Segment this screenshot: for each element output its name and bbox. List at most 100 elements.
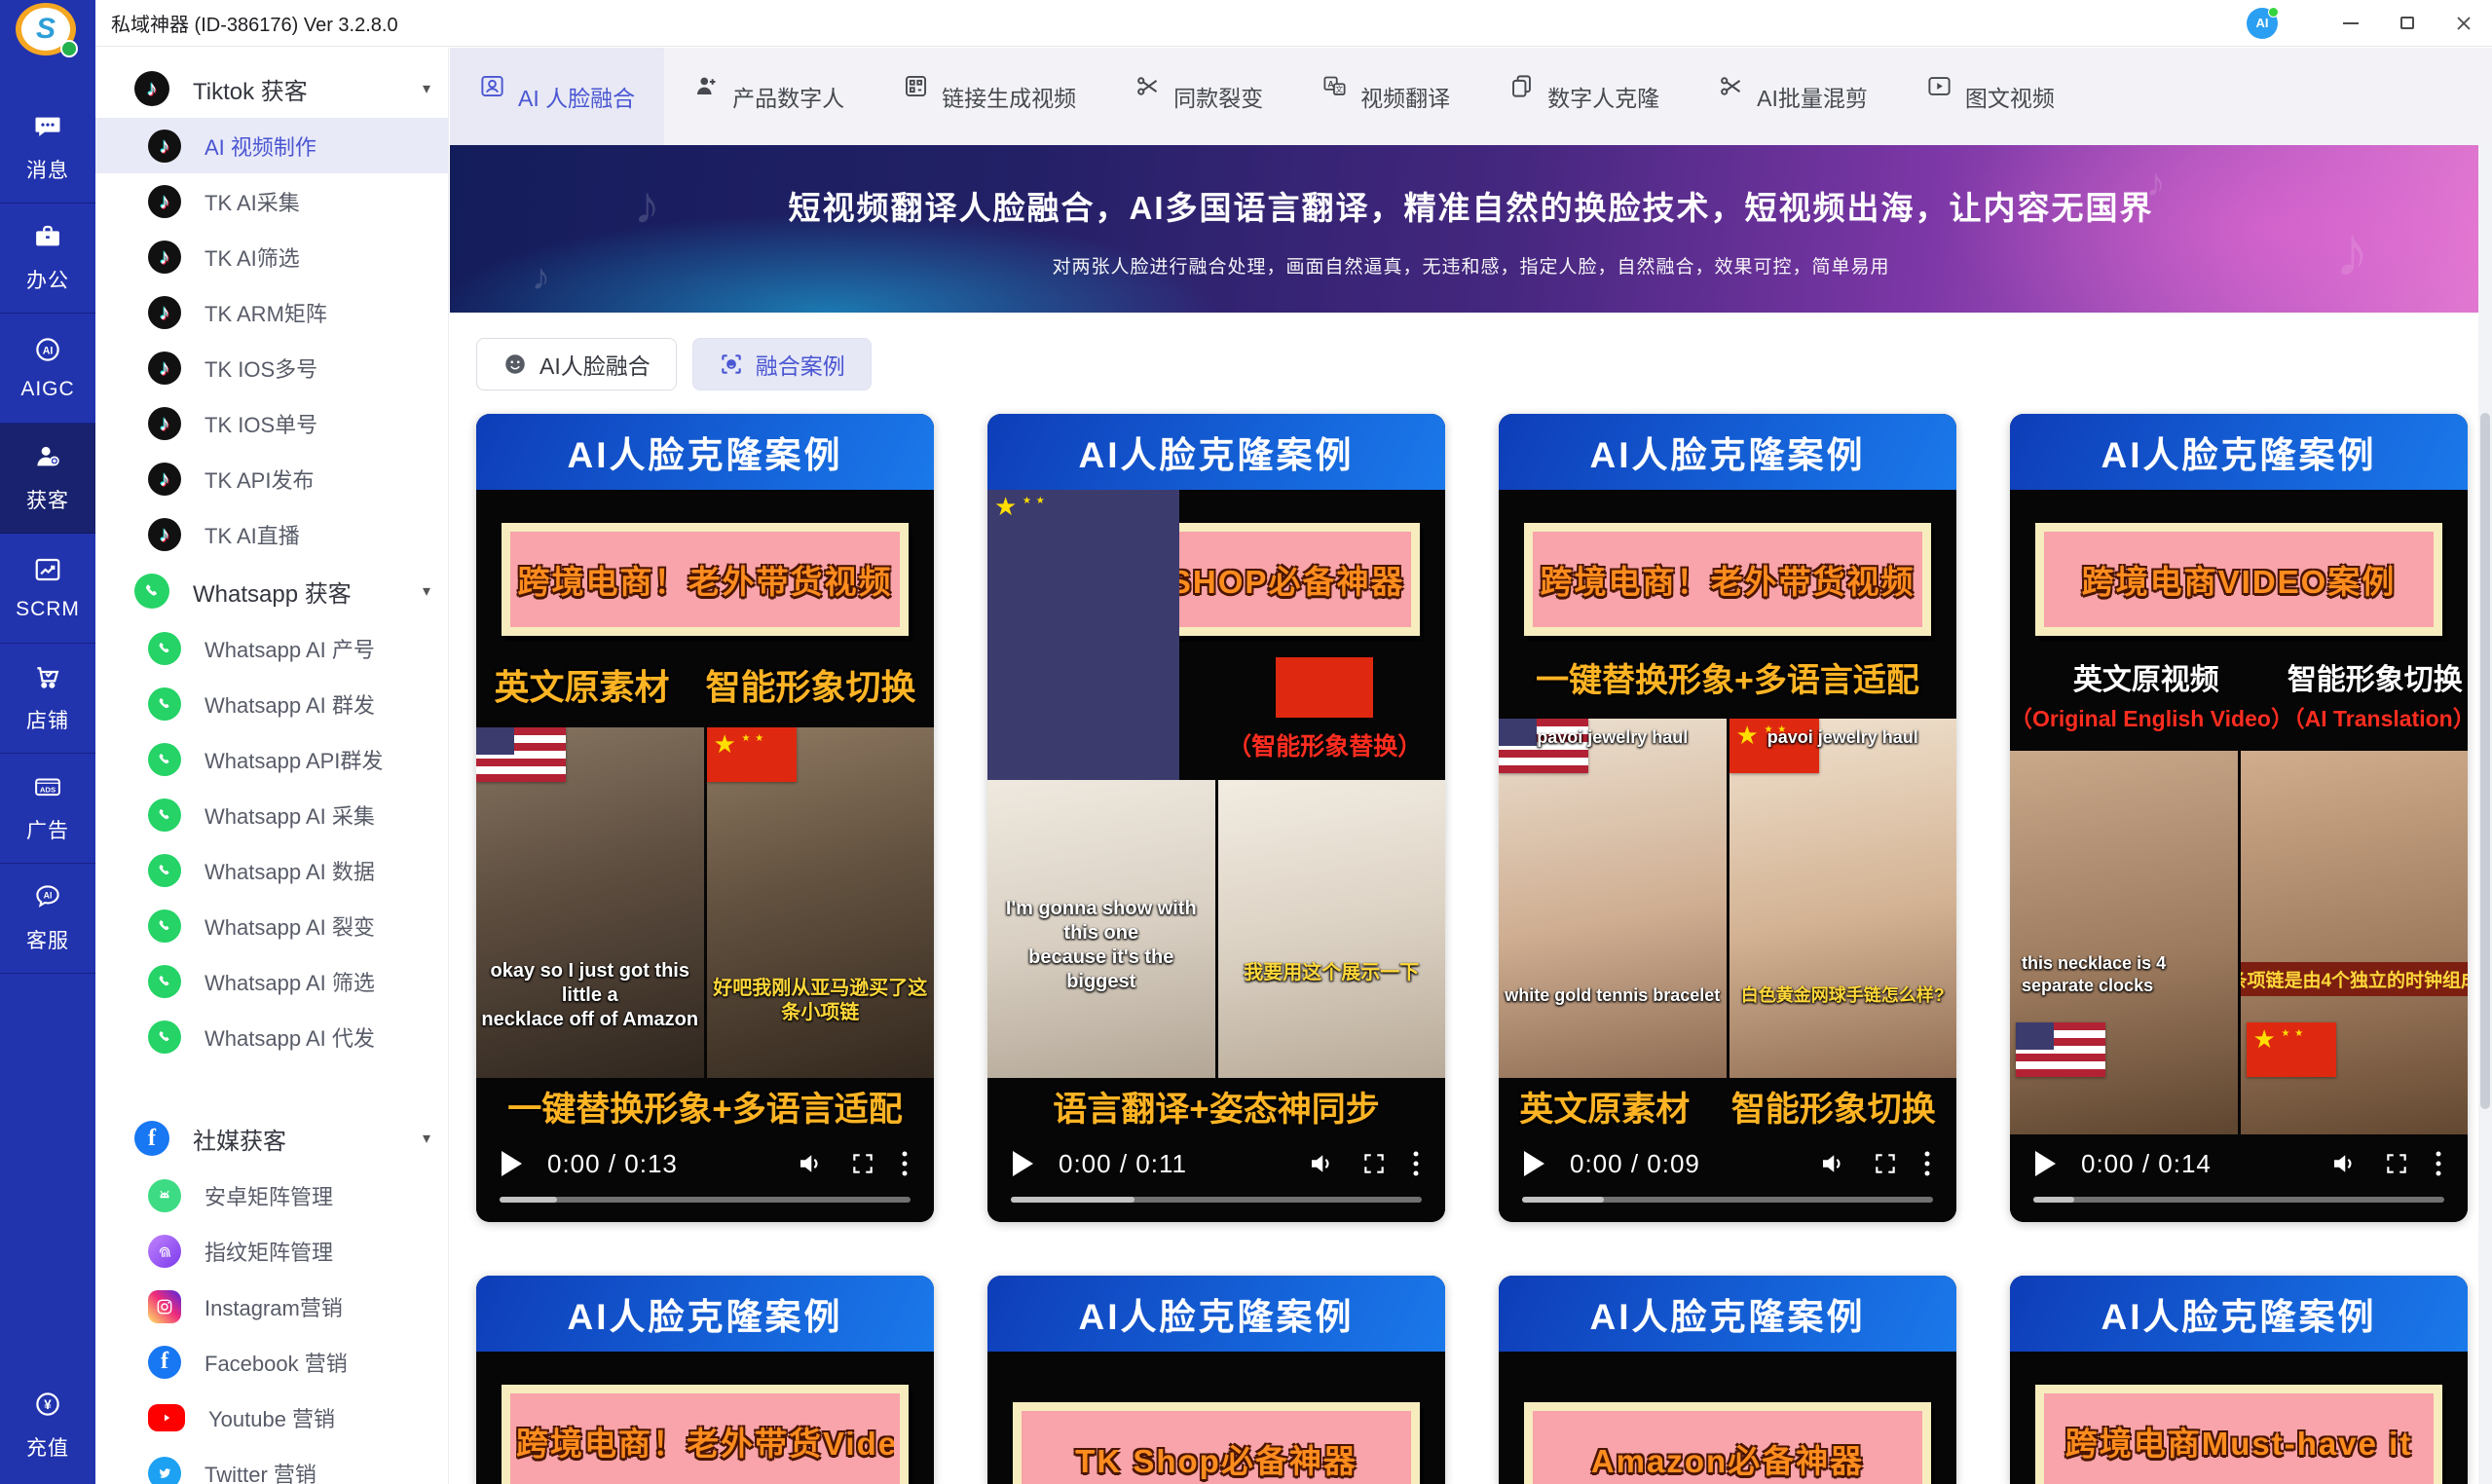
fusion-cases-button[interactable]: 融合案例: [692, 338, 872, 390]
sidebar-item-wa-api-broadcast[interactable]: Whatsapp API群发: [95, 731, 448, 787]
sidebar-item-label: Whatsapp AI 采集: [205, 799, 375, 831]
play-button[interactable]: [502, 1151, 522, 1176]
sidebar-item-wa-data[interactable]: Whatsapp AI 数据: [95, 842, 448, 898]
video-progress[interactable]: [1522, 1197, 1933, 1203]
fullscreen-icon[interactable]: [1873, 1151, 1898, 1176]
sidebar-item-instagram[interactable]: Instagram营销: [95, 1279, 448, 1334]
rail-item-office[interactable]: 办公: [0, 204, 95, 314]
card-header: AI人脸克隆案例: [476, 1276, 934, 1352]
sidebar-item-tk-api-publish[interactable]: ♪ TK API发布: [95, 451, 448, 506]
sidebar-group-whatsapp[interactable]: Whatsapp 获客 ▾: [95, 562, 448, 620]
video-progress[interactable]: [1011, 1197, 1422, 1203]
sidebar-item-tk-arm-matrix[interactable]: ♪ TK ARM矩阵: [95, 284, 448, 340]
sidebar-item-twitter[interactable]: Twitter 营销: [95, 1445, 448, 1484]
rail-item-messages[interactable]: 消息: [0, 93, 95, 204]
more-options-icon[interactable]: [1923, 1149, 1931, 1178]
rail-item-recharge[interactable]: ¥ 充值: [0, 1370, 95, 1480]
video-progress[interactable]: [2033, 1197, 2444, 1203]
sidebar-item-android-matrix[interactable]: 安卓矩阵管理: [95, 1168, 448, 1223]
card-banner: TK Shop必备神器: [1013, 1402, 1420, 1484]
sidebar-group-social[interactable]: f 社媒获客 ▾: [95, 1109, 448, 1168]
sidebar-item-facebook[interactable]: f Facebook 营销: [95, 1334, 448, 1390]
tab-product-avatar[interactable]: 产品数字人: [664, 48, 874, 145]
subtitle-translated: 白色黄金网球手链怎么样?: [1733, 984, 1953, 1007]
sidebar-item-wa-fission[interactable]: Whatsapp AI 裂变: [95, 898, 448, 953]
rail-label: 客服: [26, 925, 69, 954]
case-card[interactable]: AI人脸克隆案例 跨境电商！老外带货视频 一键替换形象+多语言适配 pavoi …: [1499, 414, 1956, 1222]
more-options-icon[interactable]: [2435, 1149, 2442, 1178]
sidebar-item-tk-ai-filter[interactable]: ♪ TK AI筛选: [95, 229, 448, 284]
video-preview[interactable]: okay so I just got this little a necklac…: [476, 727, 934, 1078]
play-button[interactable]: [1524, 1151, 1544, 1176]
sidebar-item-fingerprint-matrix[interactable]: 指纹矩阵管理: [95, 1223, 448, 1279]
case-card[interactable]: AI人脸克隆案例 Amazon必备神器: [1499, 1276, 1956, 1484]
case-card[interactable]: AI人脸克隆案例 跨境电商VIDEO案例 英文原视频 （Original Eng…: [2010, 414, 2468, 1222]
card-gold-label: 一键替换形象+多语言适配: [1536, 653, 1919, 701]
whatsapp-icon: [148, 965, 181, 998]
case-card[interactable]: AI人脸克隆案例 TIKTOK SHOP必备神器 （国外原素材） （智能形象替换…: [987, 414, 1445, 1222]
card-bottom-banner: 语言翻译+姿态神同步: [1053, 1082, 1379, 1132]
cn-flag-icon: [2247, 1022, 2336, 1077]
sidebar-item-wa-broadcast[interactable]: Whatsapp AI 群发: [95, 676, 448, 731]
volume-icon[interactable]: [2329, 1149, 2359, 1178]
sidebar-group-label: Tiktok 获客: [193, 72, 308, 106]
sidebar-item-ai-video[interactable]: ♪ AI 视频制作: [95, 118, 448, 173]
more-options-icon[interactable]: [1412, 1149, 1420, 1178]
tab-avatar-clone[interactable]: 数字人克隆: [1479, 48, 1689, 145]
tab-link-to-video[interactable]: 链接生成视频: [874, 48, 1105, 145]
video-progress[interactable]: [500, 1197, 911, 1203]
rail-item-acquisition[interactable]: 获客: [0, 424, 95, 534]
rail-item-aigc[interactable]: AI AIGC: [0, 314, 95, 424]
video-preview[interactable]: pavoi jewelry haul white gold tennis bra…: [1499, 719, 1956, 1078]
sidebar-item-wa-collect[interactable]: Whatsapp AI 采集: [95, 787, 448, 842]
fullscreen-icon[interactable]: [850, 1151, 875, 1176]
sidebar-item-tk-ios-multi[interactable]: ♪ TK IOS多号: [95, 340, 448, 395]
whatsapp-icon: [148, 1020, 181, 1054]
sidebar-item-label: TK ARM矩阵: [205, 297, 327, 328]
assistant-avatar[interactable]: AI: [2247, 8, 2278, 39]
rail-item-service[interactable]: AI 客服: [0, 864, 95, 974]
sidebar-item-tk-ios-single[interactable]: ♪ TK IOS单号: [95, 395, 448, 451]
tab-ai-batch-cut[interactable]: AI批量混剪: [1689, 48, 1897, 145]
whatsapp-icon: [148, 743, 181, 776]
sidebar-item-youtube[interactable]: Youtube 营销: [95, 1390, 448, 1445]
video-preview[interactable]: this necklace is 4 separate clocks 这条项链是…: [2010, 751, 2468, 1134]
tab-face-fusion[interactable]: AI 人脸融合: [450, 48, 664, 145]
vertical-scrollbar[interactable]: [2478, 145, 2492, 1484]
tab-label: 产品数字人: [732, 80, 844, 113]
chevron-down-icon: ▾: [423, 1129, 430, 1148]
scrollbar-thumb[interactable]: [2480, 413, 2490, 1109]
volume-icon[interactable]: [1307, 1149, 1336, 1178]
close-button[interactable]: [2436, 0, 2492, 47]
case-card[interactable]: AI人脸克隆案例 跨境电商Must-have it: [2010, 1276, 2468, 1484]
tab-same-style-fission[interactable]: 同款裂变: [1105, 48, 1292, 145]
svg-text:¥: ¥: [44, 1397, 52, 1412]
play-button[interactable]: [1013, 1151, 1033, 1176]
sidebar-group-tiktok[interactable]: ♪ Tiktok 获客 ▾: [95, 59, 448, 118]
volume-icon[interactable]: [1818, 1149, 1847, 1178]
case-card[interactable]: AI人脸克隆案例 跨境电商！老外带货Video: [476, 1276, 934, 1484]
sidebar-item-wa-filter[interactable]: Whatsapp AI 筛选: [95, 953, 448, 1009]
sidebar-item-wa-proxy-send[interactable]: Whatsapp AI 代发: [95, 1009, 448, 1064]
play-button[interactable]: [2035, 1151, 2056, 1176]
sidebar-item-tk-ai-collect[interactable]: ♪ TK AI采集: [95, 173, 448, 229]
fullscreen-icon[interactable]: [2384, 1151, 2409, 1176]
sidebar-item-tk-ai-live[interactable]: ♪ TK AI直播: [95, 506, 448, 562]
minimize-button[interactable]: [2323, 0, 2379, 47]
case-card[interactable]: AI人脸克隆案例 TK Shop必备神器: [987, 1276, 1445, 1484]
video-preview[interactable]: I'm gonna show with this one because it'…: [987, 780, 1445, 1078]
fullscreen-icon[interactable]: [1361, 1151, 1387, 1176]
volume-icon[interactable]: [796, 1149, 825, 1178]
face-fusion-button[interactable]: AI人脸融合: [476, 338, 677, 390]
tab-image-text-video[interactable]: 图文视频: [1897, 48, 2084, 145]
maximize-button[interactable]: [2379, 0, 2436, 47]
sidebar-item-wa-accounts[interactable]: Whatsapp AI 产号: [95, 620, 448, 676]
rail-item-scrm[interactable]: SCRM: [0, 534, 95, 644]
rail-item-ads[interactable]: ADS 广告: [0, 754, 95, 864]
rail-item-shop[interactable]: 店铺: [0, 644, 95, 754]
tab-video-translate[interactable]: A文 视频翻译: [1292, 48, 1479, 145]
more-options-icon[interactable]: [901, 1149, 909, 1178]
person-plus-icon: [33, 442, 62, 476]
subtitle-translated: 这条项链是由4个独立的时钟组成的: [2238, 962, 2469, 996]
case-card[interactable]: AI人脸克隆案例 跨境电商！老外带货视频 英文原素材 智能形象切换 okay s…: [476, 414, 934, 1222]
